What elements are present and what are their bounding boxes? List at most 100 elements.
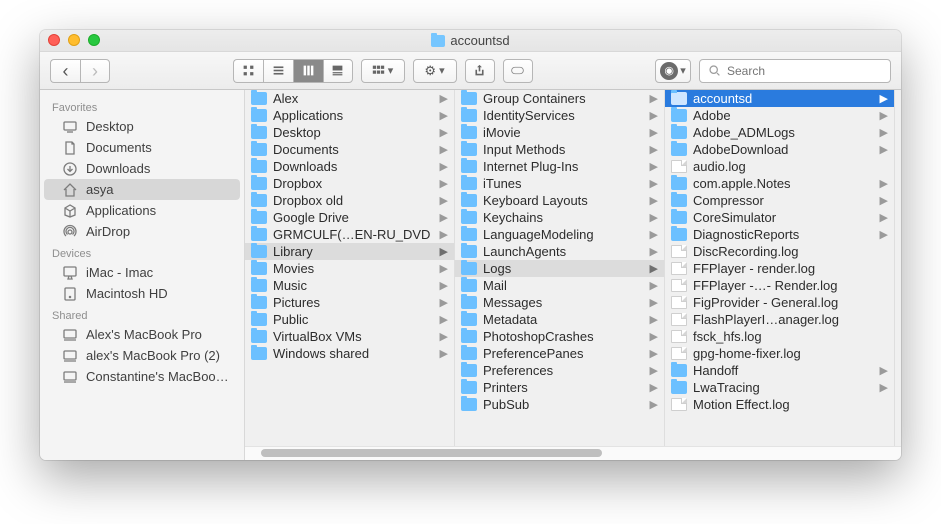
sidebar-item[interactable]: iMac - Imac bbox=[44, 262, 240, 283]
file-name: Movies bbox=[273, 261, 434, 276]
file-row[interactable]: Pictures▶ bbox=[245, 294, 454, 311]
sidebar-item[interactable]: Applications bbox=[44, 200, 240, 221]
horizontal-scrollbar[interactable] bbox=[245, 446, 901, 460]
file-row[interactable]: Library▶ bbox=[245, 243, 454, 260]
sidebar-item[interactable]: asya bbox=[44, 179, 240, 200]
folder-icon bbox=[251, 262, 267, 275]
file-row[interactable]: Keychains▶ bbox=[455, 209, 664, 226]
browser-column[interactable]: Group Containers▶IdentityServices▶iMovie… bbox=[455, 90, 665, 446]
share-button[interactable] bbox=[465, 59, 495, 83]
file-name: LanguageModeling bbox=[483, 227, 644, 242]
file-name: Alex bbox=[273, 91, 434, 106]
close-window-button[interactable] bbox=[48, 34, 60, 46]
file-row[interactable]: Preferences▶ bbox=[455, 362, 664, 379]
sidebar-item[interactable]: Desktop bbox=[44, 116, 240, 137]
dropbox-badge-button[interactable]: ◉▾ bbox=[655, 59, 691, 83]
file-row[interactable]: PhotoshopCrashes▶ bbox=[455, 328, 664, 345]
file-row[interactable]: DiagnosticReports▶ bbox=[665, 226, 894, 243]
file-row[interactable]: Documents▶ bbox=[245, 141, 454, 158]
file-row[interactable]: Logs▶ bbox=[455, 260, 664, 277]
file-row[interactable]: Public▶ bbox=[245, 311, 454, 328]
back-button[interactable]: ‹ bbox=[50, 59, 80, 83]
sidebar-item[interactable]: Alex's MacBook Pro bbox=[44, 324, 240, 345]
chevron-right-icon: ▶ bbox=[650, 126, 658, 139]
file-row[interactable]: accountsd▶ bbox=[665, 90, 894, 107]
file-row[interactable]: Movies▶ bbox=[245, 260, 454, 277]
sidebar-item[interactable]: AirDrop bbox=[44, 221, 240, 242]
sidebar-item[interactable]: Macintosh HD bbox=[44, 283, 240, 304]
search-input[interactable] bbox=[727, 64, 882, 78]
file-row[interactable]: LaunchAgents▶ bbox=[455, 243, 664, 260]
file-row[interactable]: Handoff▶ bbox=[665, 362, 894, 379]
file-row[interactable]: Metadata▶ bbox=[455, 311, 664, 328]
sidebar-item[interactable]: Downloads bbox=[44, 158, 240, 179]
file-row[interactable]: FFPlayer -…- Render.log bbox=[665, 277, 894, 294]
file-row[interactable]: Keyboard Layouts▶ bbox=[455, 192, 664, 209]
file-row[interactable]: VirtualBox VMs▶ bbox=[245, 328, 454, 345]
file-row[interactable]: audio.log bbox=[665, 158, 894, 175]
toolbar: ‹ › ▾ ⚙▾ ◉▾ bbox=[40, 52, 901, 90]
file-row[interactable]: Group Containers▶ bbox=[455, 90, 664, 107]
search-icon bbox=[708, 64, 721, 77]
column-view-button[interactable] bbox=[293, 59, 323, 83]
file-row[interactable]: Desktop▶ bbox=[245, 124, 454, 141]
file-row[interactable]: Compressor▶ bbox=[665, 192, 894, 209]
file-row[interactable]: AdobeDownload▶ bbox=[665, 141, 894, 158]
file-name: DiagnosticReports bbox=[693, 227, 874, 242]
coverflow-view-button[interactable] bbox=[323, 59, 353, 83]
action-button[interactable]: ⚙▾ bbox=[413, 59, 457, 83]
file-row[interactable]: FFPlayer - render.log bbox=[665, 260, 894, 277]
file-row[interactable]: Printers▶ bbox=[455, 379, 664, 396]
file-name: iMovie bbox=[483, 125, 644, 140]
file-row[interactable]: Messages▶ bbox=[455, 294, 664, 311]
file-row[interactable]: iTunes▶ bbox=[455, 175, 664, 192]
file-row[interactable]: FlashPlayerI…anager.log bbox=[665, 311, 894, 328]
file-row[interactable]: Alex▶ bbox=[245, 90, 454, 107]
file-row[interactable]: Adobe_ADMLogs▶ bbox=[665, 124, 894, 141]
forward-button[interactable]: › bbox=[80, 59, 110, 83]
file-row[interactable]: Music▶ bbox=[245, 277, 454, 294]
chevron-right-icon: ▶ bbox=[880, 177, 888, 190]
arrange-button[interactable]: ▾ bbox=[361, 59, 405, 83]
tags-button[interactable] bbox=[503, 59, 533, 83]
icon-view-button[interactable] bbox=[233, 59, 263, 83]
file-row[interactable]: PreferencePanes▶ bbox=[455, 345, 664, 362]
file-row[interactable]: Google Drive▶ bbox=[245, 209, 454, 226]
browser-column[interactable]: accountsd▶Adobe▶Adobe_ADMLogs▶AdobeDownl… bbox=[665, 90, 895, 446]
file-name: com.apple.Notes bbox=[693, 176, 874, 191]
search-field[interactable] bbox=[699, 59, 891, 83]
scrollbar-thumb[interactable] bbox=[261, 449, 602, 457]
file-row[interactable]: Dropbox▶ bbox=[245, 175, 454, 192]
file-row[interactable]: Applications▶ bbox=[245, 107, 454, 124]
file-row[interactable]: LwaTracing▶ bbox=[665, 379, 894, 396]
file-row[interactable]: DiscRecording.log bbox=[665, 243, 894, 260]
file-row[interactable]: GRMCULF(…EN-RU_DVD▶ bbox=[245, 226, 454, 243]
file-row[interactable]: Downloads▶ bbox=[245, 158, 454, 175]
file-name: Applications bbox=[273, 108, 434, 123]
sidebar-item[interactable]: Constantine's MacBoo… bbox=[44, 366, 240, 387]
file-row[interactable]: gpg-home-fixer.log bbox=[665, 345, 894, 362]
file-row[interactable]: CoreSimulator▶ bbox=[665, 209, 894, 226]
sidebar-item[interactable]: Documents bbox=[44, 137, 240, 158]
file-row[interactable]: Internet Plug-Ins▶ bbox=[455, 158, 664, 175]
file-row[interactable]: Motion Effect.log bbox=[665, 396, 894, 413]
file-row[interactable]: Adobe▶ bbox=[665, 107, 894, 124]
file-row[interactable]: LanguageModeling▶ bbox=[455, 226, 664, 243]
file-row[interactable]: iMovie ▶ bbox=[455, 124, 664, 141]
file-row[interactable]: fsck_hfs.log bbox=[665, 328, 894, 345]
folder-icon bbox=[671, 92, 687, 105]
file-row[interactable]: Mail▶ bbox=[455, 277, 664, 294]
file-row[interactable]: Input Methods▶ bbox=[455, 141, 664, 158]
file-row[interactable]: Windows shared▶ bbox=[245, 345, 454, 362]
file-row[interactable]: IdentityServices▶ bbox=[455, 107, 664, 124]
sidebar-item[interactable]: alex's MacBook Pro (2) bbox=[44, 345, 240, 366]
file-row[interactable]: Dropbox old▶ bbox=[245, 192, 454, 209]
zoom-window-button[interactable] bbox=[88, 34, 100, 46]
browser-column[interactable]: Alex▶Applications▶Desktop▶Documents▶Down… bbox=[245, 90, 455, 446]
minimize-window-button[interactable] bbox=[68, 34, 80, 46]
folder-icon bbox=[251, 177, 267, 190]
list-view-button[interactable] bbox=[263, 59, 293, 83]
file-row[interactable]: FigProvider - General.log bbox=[665, 294, 894, 311]
file-row[interactable]: PubSub▶ bbox=[455, 396, 664, 413]
file-row[interactable]: com.apple.Notes ▶ bbox=[665, 175, 894, 192]
